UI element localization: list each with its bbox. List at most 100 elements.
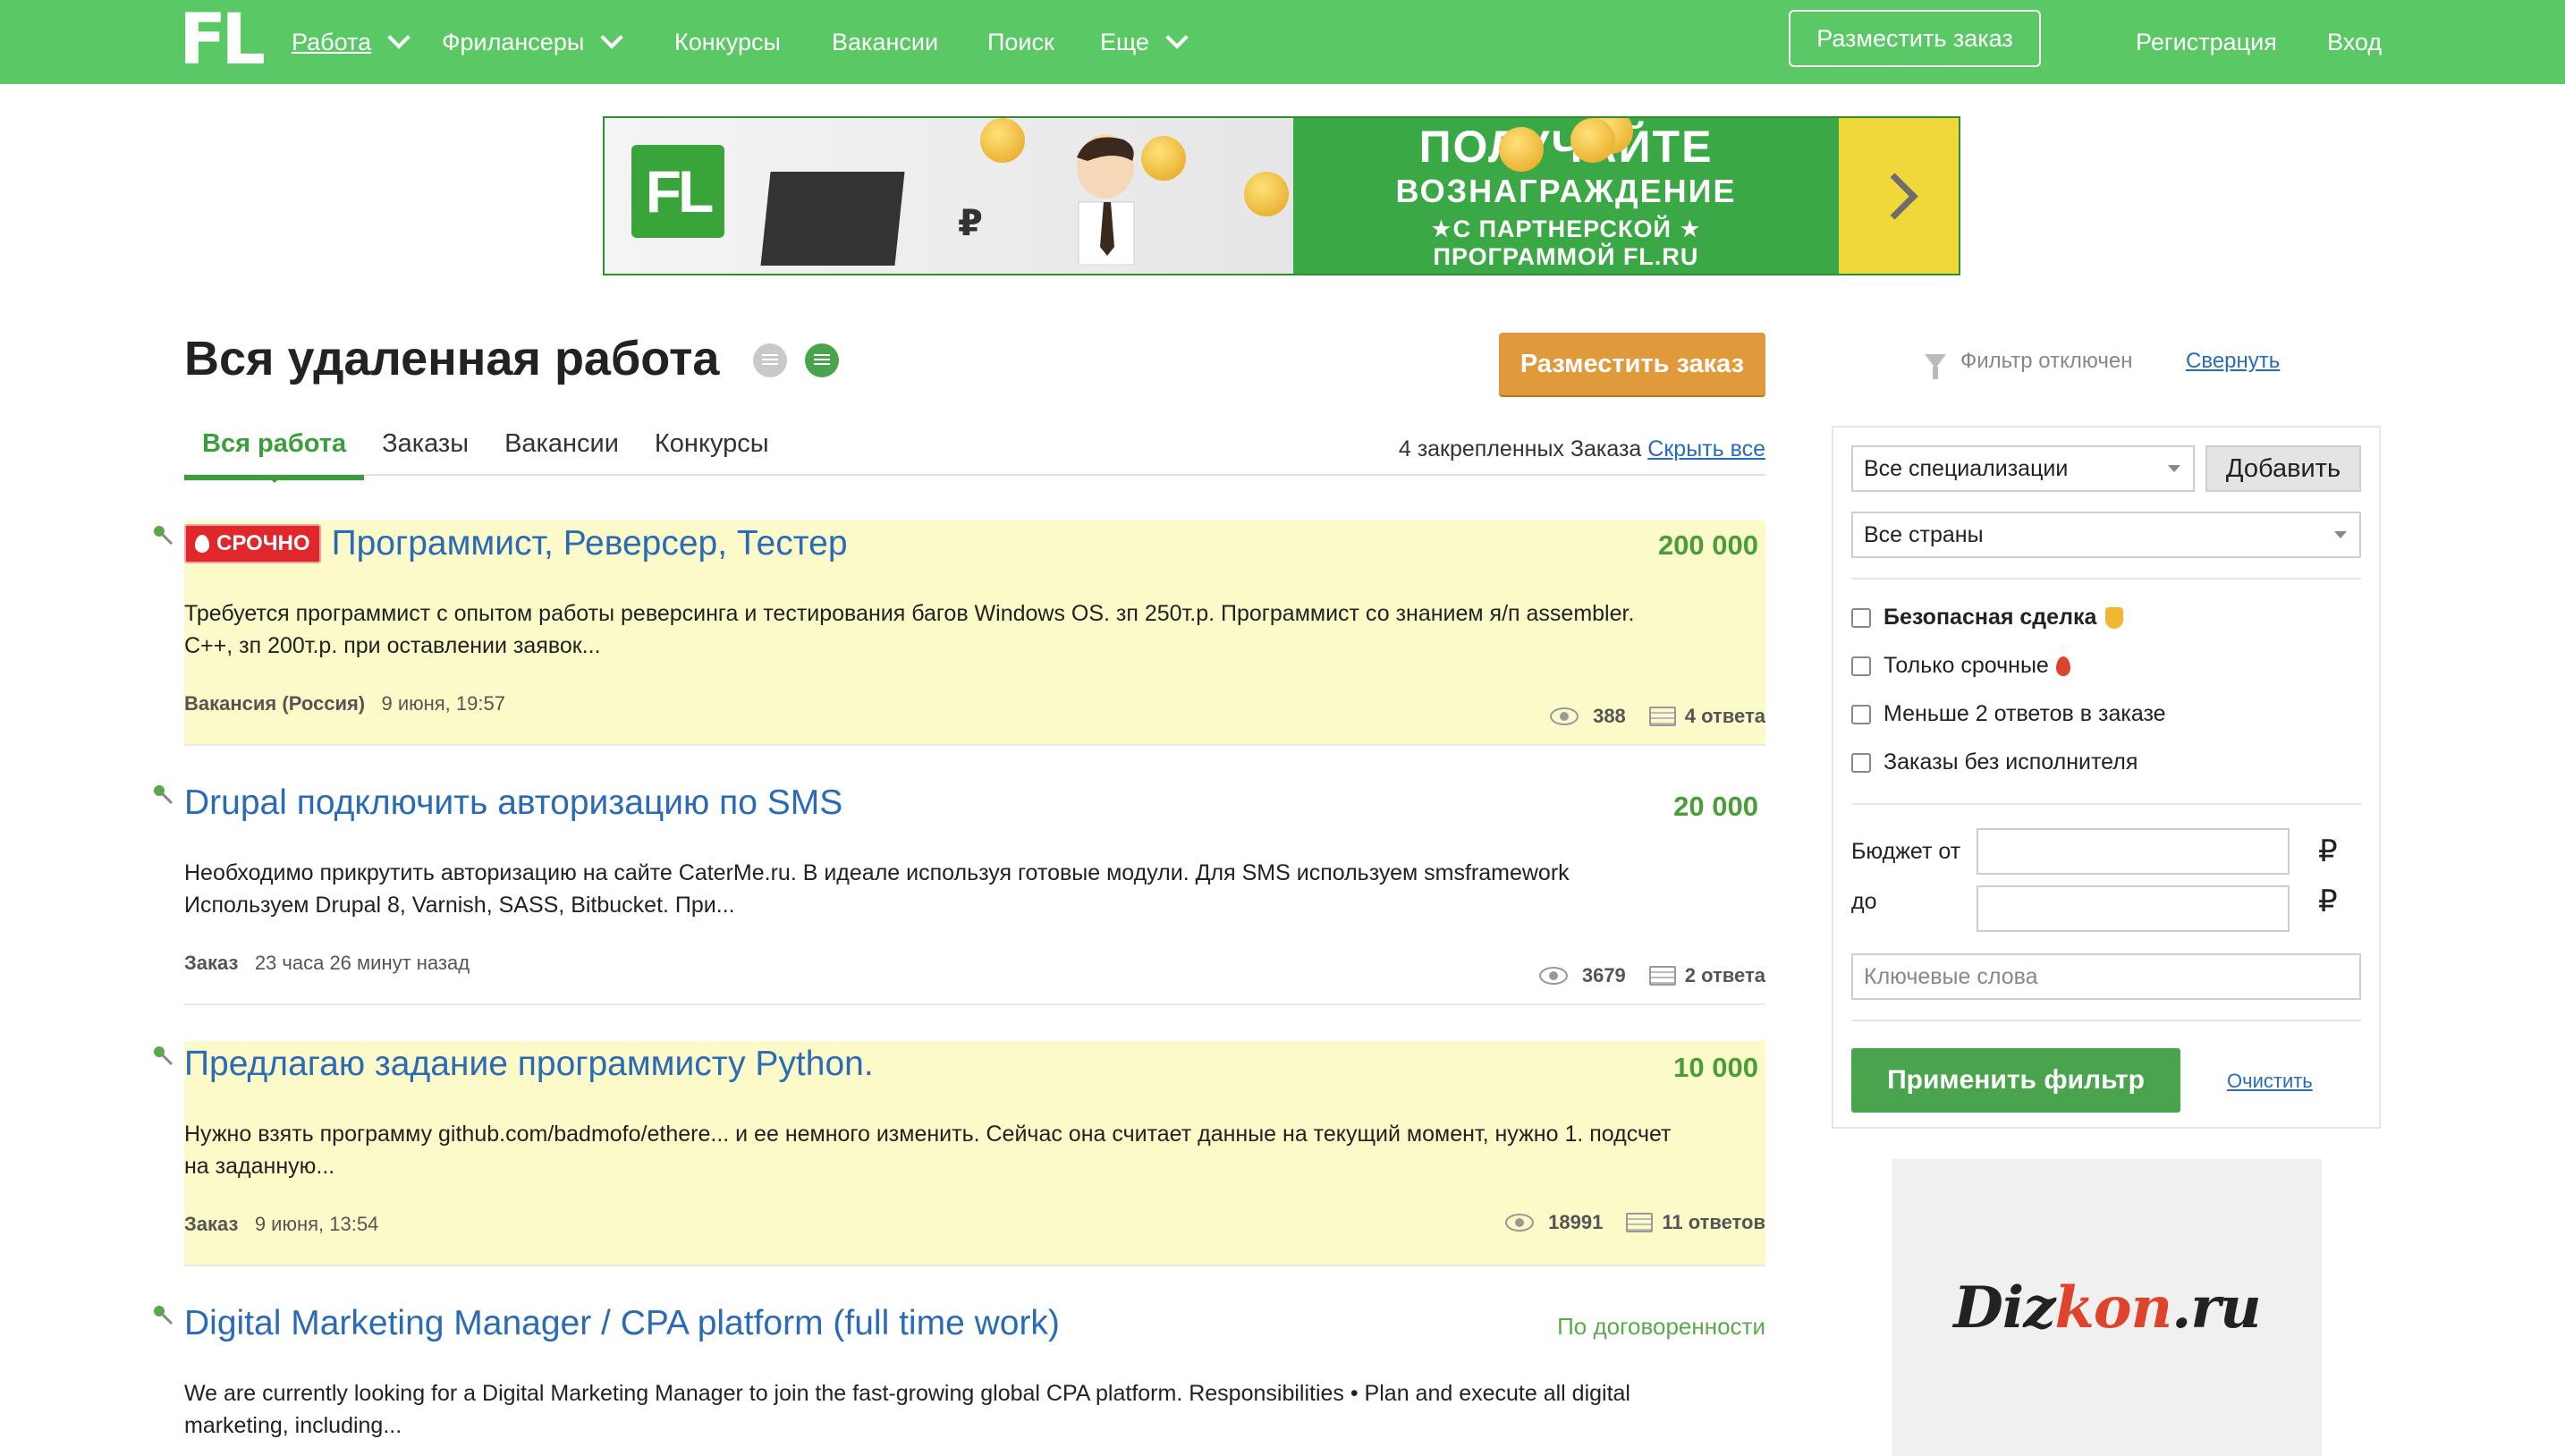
banner-line1: ПОЛУЧАЙТЕ xyxy=(1418,122,1714,172)
chevron-down-icon xyxy=(387,26,411,49)
shield-icon xyxy=(2105,606,2124,629)
tab-orders[interactable]: Заказы xyxy=(364,420,487,480)
checkbox-label: Заказы без исполнителя xyxy=(1884,749,2138,775)
job-description: Необходимо прикрутить авторизацию на сай… xyxy=(184,857,1758,921)
job-title-link[interactable]: Digital Marketing Manager / CPA platform… xyxy=(184,1304,1060,1343)
post-order-button-header[interactable]: Разместить заказ xyxy=(1789,10,2041,67)
job-title-link[interactable]: Программист, Реверсер, Тестер xyxy=(332,524,848,563)
urgent-only-checkbox[interactable]: Только срочные xyxy=(1851,653,2070,679)
pin-icon xyxy=(154,526,174,546)
page-title: Вся удаленная работа xyxy=(184,332,720,385)
dizkon-logo: Dizkon.ru xyxy=(1953,1274,2262,1342)
post-order-button[interactable]: Разместить заказ xyxy=(1499,333,1765,395)
desc-line: Используем Drupal 8, Varnish, SASS, Bitb… xyxy=(184,893,735,918)
filter-divider xyxy=(1851,1020,2361,1021)
filter-status-label: Фильтр отключен xyxy=(1960,349,2133,373)
job-type: Заказ xyxy=(184,952,239,974)
banner-line4: ПРОГРАММОЙ FL.RU xyxy=(1433,243,1699,270)
nav-item-label: Еще xyxy=(1100,28,1149,55)
checkbox-label: Меньше 2 ответов в заказе xyxy=(1884,701,2166,726)
desc-line: С++, зп 200т.р. при оставлении заявок... xyxy=(184,633,601,658)
job-type: Вакансия (Россия) xyxy=(184,692,366,715)
job-card[interactable]: СРОЧНО Программист, Реверсер, Тестер 200… xyxy=(154,521,1765,744)
nav-item-freelancers[interactable]: Фрилансеры xyxy=(442,0,623,84)
budget-to-input[interactable] xyxy=(1977,885,2290,932)
tab-all-work[interactable]: Вся работа xyxy=(184,420,365,483)
country-select[interactable]: Все страны xyxy=(1851,512,2361,558)
specialization-select[interactable]: Все специализации xyxy=(1851,445,2195,492)
checkbox[interactable] xyxy=(1851,752,1871,773)
job-description: Требуется программист с опытом работы ре… xyxy=(184,597,1758,662)
job-card[interactable]: Drupal подключить авторизацию по SMS 20 … xyxy=(154,780,1765,1003)
hide-pinned-link[interactable]: Скрыть все xyxy=(1647,436,1765,461)
login-label: Вход xyxy=(2327,28,2383,55)
views-count: 18991 xyxy=(1548,1211,1604,1233)
job-price: 200 000 xyxy=(1657,529,1758,561)
filter-divider xyxy=(1851,578,2361,580)
no-executor-checkbox[interactable]: Заказы без исполнителя xyxy=(1851,749,2138,775)
fl-logo[interactable]: FL xyxy=(179,5,266,75)
job-stats: 388 4 ответа xyxy=(1550,705,1765,728)
keywords-input[interactable]: Ключевые слова xyxy=(1851,953,2361,1000)
collapse-filter-link[interactable]: Свернуть xyxy=(2186,349,2280,374)
banner-fl-logo: FL xyxy=(631,145,724,238)
job-meta: Вакансия (Россия) 9 июня, 19:57 xyxy=(184,692,505,715)
job-tabs: Вся работа Заказы Вакансии Конкурсы xyxy=(184,420,787,483)
ad-block[interactable]: Dizkon.ru xyxy=(1892,1159,2322,1456)
add-specialization-button[interactable]: Добавить xyxy=(2205,445,2361,492)
banner-line3: ★С ПАРТНЕРСКОЙ ★ xyxy=(1430,216,1702,242)
job-price: 10 000 xyxy=(1673,1052,1758,1083)
budget-to-label: до xyxy=(1851,889,1877,914)
job-title-link[interactable]: Drupal подключить авторизацию по SMS xyxy=(184,783,842,823)
job-title-link[interactable]: Предлагаю задание программисту Python. xyxy=(184,1045,874,1084)
register-link[interactable]: Регистрация xyxy=(2136,0,2277,84)
tab-vacancies[interactable]: Вакансии xyxy=(487,420,637,480)
nav-item-more[interactable]: Еще xyxy=(1100,0,1189,84)
desc-line: We are currently looking for a Digital M… xyxy=(184,1381,1630,1406)
checkbox[interactable] xyxy=(1851,704,1871,724)
partner-program-banner[interactable]: FL ₽ ПОЛУЧАЙТЕ ВОЗНАГРАЖДЕНИЕ ★С ПАРТНЕР… xyxy=(603,116,1960,275)
chevron-right-icon xyxy=(1870,172,1918,220)
nav-item-contests[interactable]: Конкурсы xyxy=(674,0,781,84)
budget-from-input[interactable] xyxy=(1977,828,2290,875)
dropdown-arrow-icon xyxy=(2334,531,2347,538)
pin-icon xyxy=(154,1306,174,1325)
job-card[interactable]: Digital Marketing Manager / CPA platform… xyxy=(154,1300,1765,1456)
job-price: По договоренности xyxy=(1557,1313,1765,1340)
job-date: 9 июня, 13:54 xyxy=(254,1213,379,1235)
nav-item-work[interactable]: Работа xyxy=(292,0,411,84)
filter-divider xyxy=(1851,803,2361,805)
banner-illustration: FL ₽ xyxy=(605,118,1633,274)
eye-icon xyxy=(1505,1214,1535,1232)
job-divider xyxy=(184,744,1765,746)
flame-icon xyxy=(195,535,209,553)
job-meta: Заказ 23 часа 26 минут назад xyxy=(184,952,470,975)
answers-count[interactable]: 4 ответа xyxy=(1685,705,1765,728)
job-description: Нужно взять программу github.com/badmofo… xyxy=(184,1118,1758,1182)
views-count: 3679 xyxy=(1581,964,1626,986)
safe-deal-checkbox[interactable]: Безопасная сделка xyxy=(1851,605,2124,631)
coin-icon xyxy=(1570,118,1615,163)
nav-item-label: Вакансии xyxy=(832,28,939,55)
list-view-icon[interactable] xyxy=(753,343,787,377)
login-link[interactable]: Вход xyxy=(2327,0,2382,84)
job-card[interactable]: Предлагаю задание программисту Python. 1… xyxy=(154,1041,1765,1265)
job-stats: 18991 11 ответов xyxy=(1505,1211,1765,1234)
ad-brand-part: .ru xyxy=(2171,1274,2262,1342)
desc-line: Требуется программист с опытом работы ре… xyxy=(184,601,1635,626)
nav-item-label: Фрилансеры xyxy=(442,28,585,55)
checkbox[interactable] xyxy=(1851,656,1871,676)
nav-item-search[interactable]: Поиск xyxy=(987,0,1054,84)
detailed-view-icon[interactable] xyxy=(805,343,839,377)
answers-count[interactable]: 11 ответов xyxy=(1662,1211,1765,1234)
banner-arrow-area[interactable] xyxy=(1839,118,1959,274)
person-illustration xyxy=(1077,134,1135,265)
tab-contests[interactable]: Конкурсы xyxy=(637,420,787,480)
apply-filter-button[interactable]: Применить фильтр xyxy=(1851,1048,2180,1113)
job-stats: 3679 2 ответа xyxy=(1538,964,1765,987)
checkbox[interactable] xyxy=(1851,607,1871,628)
answers-count[interactable]: 2 ответа xyxy=(1685,964,1765,987)
few-answers-checkbox[interactable]: Меньше 2 ответов в заказе xyxy=(1851,701,2166,727)
clear-filter-link[interactable]: Очистить xyxy=(2227,1070,2313,1093)
nav-item-vacancies[interactable]: Вакансии xyxy=(832,0,938,84)
